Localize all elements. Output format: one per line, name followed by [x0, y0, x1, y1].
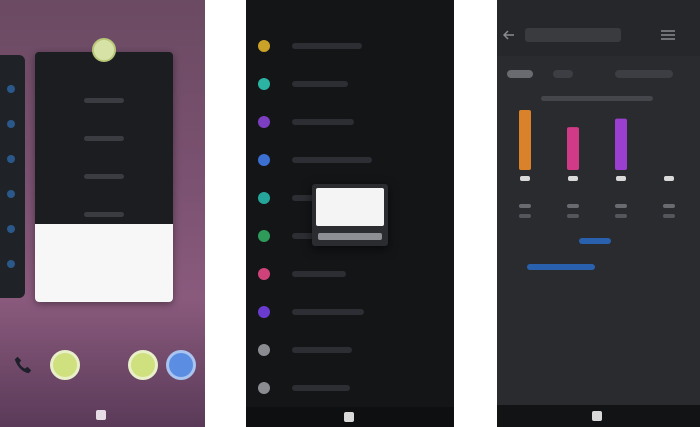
item-label — [292, 309, 364, 315]
dialog-body — [316, 188, 384, 226]
recents-square-icon[interactable] — [592, 411, 602, 421]
list-item[interactable] — [254, 30, 446, 62]
list-dot-icon — [7, 190, 15, 198]
bar-category-label — [567, 204, 579, 208]
chart-screen — [497, 0, 700, 427]
status-bar — [246, 0, 454, 12]
menu-icon[interactable] — [661, 30, 675, 40]
bar-chart — [519, 110, 675, 218]
bar-category-label — [663, 204, 675, 208]
dialog-button[interactable] — [318, 233, 382, 240]
link[interactable] — [579, 238, 611, 244]
bar-sub-label — [567, 214, 579, 218]
item-label — [292, 157, 372, 163]
card-preview-area — [35, 224, 173, 302]
item-label — [292, 347, 352, 353]
dock — [0, 350, 205, 386]
bar-category-label — [519, 204, 531, 208]
list-dot-icon — [7, 85, 15, 93]
dropdown[interactable] — [615, 70, 673, 78]
toolbar — [497, 0, 700, 56]
list-item[interactable] — [254, 106, 446, 138]
list-item[interactable] — [254, 68, 446, 100]
link[interactable] — [527, 264, 595, 270]
dialog — [312, 184, 388, 246]
phone-icon[interactable] — [12, 354, 34, 376]
bar-value-label — [616, 176, 626, 181]
bar-sub-label — [519, 214, 531, 218]
chart-bar — [615, 118, 627, 170]
item-icon — [258, 154, 270, 166]
launcher-recents-screen — [0, 0, 205, 427]
item-icon — [258, 344, 270, 356]
recents-square-icon[interactable] — [96, 410, 106, 420]
list-item[interactable] — [254, 144, 446, 176]
chart-bar — [567, 127, 579, 170]
list-dot-icon — [7, 155, 15, 163]
tab-active[interactable] — [507, 70, 533, 78]
recent-app-card[interactable] — [35, 52, 173, 302]
back-arrow-icon[interactable] — [503, 30, 515, 40]
tab-bar — [497, 62, 700, 86]
recents-square-icon[interactable] — [344, 412, 354, 422]
item-icon — [258, 116, 270, 128]
settings-list-screen — [246, 0, 454, 427]
bar-value-label — [520, 176, 530, 181]
item-label — [292, 81, 348, 87]
list-dot-icon — [7, 225, 15, 233]
bar-sub-label — [615, 214, 627, 218]
item-icon — [258, 192, 270, 204]
list-dot-icon — [7, 260, 15, 268]
bar-value-label — [664, 176, 674, 181]
tab[interactable] — [553, 70, 573, 78]
app-icon[interactable] — [50, 350, 80, 380]
previous-app-card[interactable] — [0, 55, 25, 298]
list-item[interactable] — [254, 334, 446, 366]
card-row — [35, 162, 173, 190]
chart-bar — [519, 110, 531, 170]
item-label — [292, 43, 362, 49]
list-item[interactable] — [254, 372, 446, 404]
app-icon[interactable] — [166, 350, 196, 380]
app-icon[interactable] — [128, 350, 158, 380]
card-row — [35, 124, 173, 152]
item-icon — [258, 78, 270, 90]
item-icon — [258, 382, 270, 394]
bar-value-label — [568, 176, 578, 181]
toolbar-title — [525, 28, 621, 42]
bar-category-label — [615, 204, 627, 208]
item-icon — [258, 306, 270, 318]
navigation-bar — [246, 407, 454, 427]
app-icon[interactable] — [92, 38, 116, 62]
list-item[interactable] — [254, 296, 446, 328]
item-label — [292, 271, 346, 277]
item-icon — [258, 40, 270, 52]
list-dot-icon — [7, 120, 15, 128]
navigation-bar — [497, 405, 700, 427]
item-label — [292, 119, 354, 125]
item-label — [292, 385, 350, 391]
item-icon — [258, 230, 270, 242]
list-item[interactable] — [254, 258, 446, 290]
bar-sub-label — [663, 214, 675, 218]
item-icon — [258, 268, 270, 280]
card-row — [35, 86, 173, 114]
